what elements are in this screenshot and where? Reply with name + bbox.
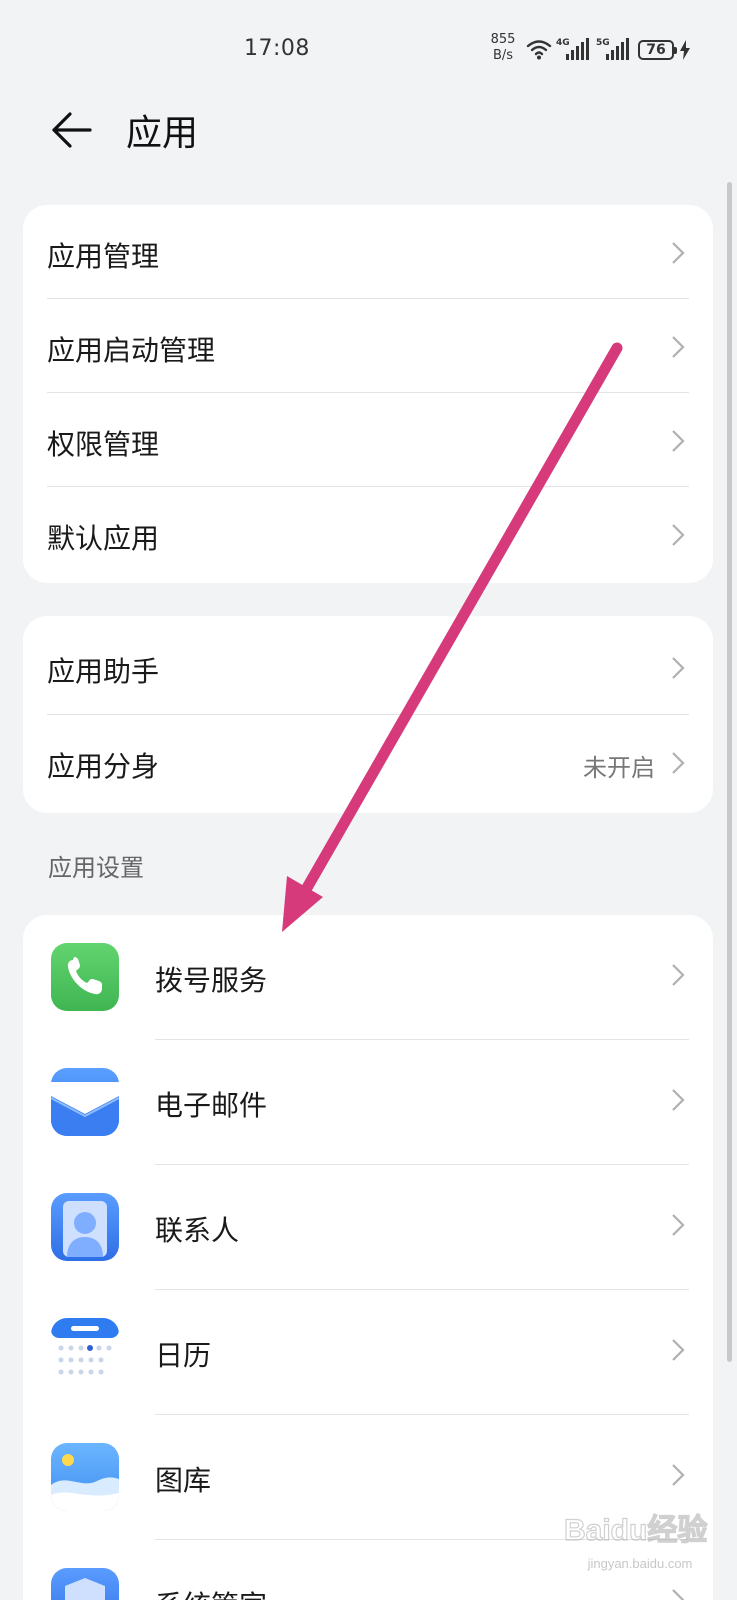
phone-icon [51, 943, 119, 1011]
section-header-app-settings: 应用设置 [48, 854, 144, 882]
network-speed-value: 855 [490, 32, 516, 47]
app-item-label: 联系人 [155, 1214, 240, 1247]
app-item-dialer[interactable]: 拨号服务 [23, 915, 713, 1039]
signal-tag-4g: 4G [556, 38, 570, 48]
chevron-right-icon [672, 1214, 685, 1236]
network-speed: 855 B/s [486, 32, 520, 64]
chevron-right-icon [672, 964, 685, 986]
page-header: 应用 [0, 96, 737, 168]
menu-item-app-twin[interactable]: 应用分身 未开启 [23, 715, 713, 808]
mail-icon [51, 1068, 119, 1136]
cellular-signal-2-icon: 5G [596, 38, 629, 60]
menu-item-label: 应用助手 [47, 655, 160, 688]
menu-item-label: 应用分身 [47, 750, 160, 783]
app-management-card: 应用管理 应用启动管理 权限管理 默认应用 [23, 205, 713, 583]
chevron-right-icon [672, 336, 685, 358]
charging-bolt-icon [680, 40, 690, 60]
app-item-label: 图库 [155, 1464, 212, 1497]
back-arrow-icon[interactable] [50, 108, 94, 152]
chevron-right-icon [672, 242, 685, 264]
gallery-icon [51, 1443, 119, 1511]
network-speed-unit: B/s [492, 48, 514, 63]
app-item-label: 系统管家 [155, 1584, 267, 1600]
app-item-label: 拨号服务 [155, 964, 268, 997]
menu-item-app-assistant[interactable]: 应用助手 [23, 620, 713, 713]
app-item-label: 日历 [155, 1339, 212, 1372]
baidu-watermark: Baidu经验 jingyan.baidu.com [560, 1500, 720, 1580]
app-assistant-card: 应用助手 应用分身 未开启 [23, 616, 713, 813]
battery-indicator: 76 [638, 40, 677, 60]
app-item-email[interactable]: 电子邮件 [23, 1040, 713, 1164]
wifi-icon [526, 40, 552, 60]
app-item-contacts[interactable]: 联系人 [23, 1165, 713, 1289]
menu-item-permission-management[interactable]: 权限管理 [23, 393, 713, 486]
contacts-icon [51, 1193, 119, 1261]
baidu-logo-icon: Baidu经验 [563, 1512, 708, 1547]
chevron-right-icon [672, 1464, 685, 1486]
status-time: 17:08 [244, 36, 310, 61]
chevron-right-icon [672, 657, 685, 679]
app-item-label: 电子邮件 [155, 1089, 268, 1122]
chevron-right-icon [672, 1339, 685, 1361]
app-twin-status: 未开启 [583, 754, 655, 782]
status-bar: 17:08 855 B/s 4G 5G 76 [0, 0, 737, 100]
menu-item-default-apps[interactable]: 默认应用 [23, 487, 713, 580]
chevron-right-icon [672, 752, 685, 774]
app-settings-card: 拨号服务 电子邮件 联系人 日历 图库 [23, 915, 713, 1600]
menu-item-app-management[interactable]: 应用管理 [23, 205, 713, 298]
page-title: 应用 [126, 113, 199, 154]
signal-tag-5g: 5G [596, 38, 610, 48]
menu-item-label: 应用启动管理 [47, 334, 216, 367]
app-item-calendar[interactable]: 日历 [23, 1290, 713, 1414]
menu-item-label: 应用管理 [47, 240, 160, 273]
menu-item-label: 默认应用 [47, 522, 160, 555]
manager-icon [51, 1568, 119, 1600]
chevron-right-icon [672, 1589, 685, 1600]
scrollbar[interactable] [727, 182, 732, 1362]
chevron-right-icon [672, 524, 685, 546]
menu-item-label: 权限管理 [47, 428, 160, 461]
chevron-right-icon [672, 1089, 685, 1111]
cellular-signal-1-icon: 4G [556, 38, 589, 60]
chevron-right-icon [672, 430, 685, 452]
baidu-brand-text: Baidu经验 [564, 1513, 707, 1547]
watermark-url: jingyan.baidu.com [587, 1556, 693, 1571]
calendar-icon [51, 1318, 119, 1386]
menu-item-app-startup-management[interactable]: 应用启动管理 [23, 299, 713, 392]
